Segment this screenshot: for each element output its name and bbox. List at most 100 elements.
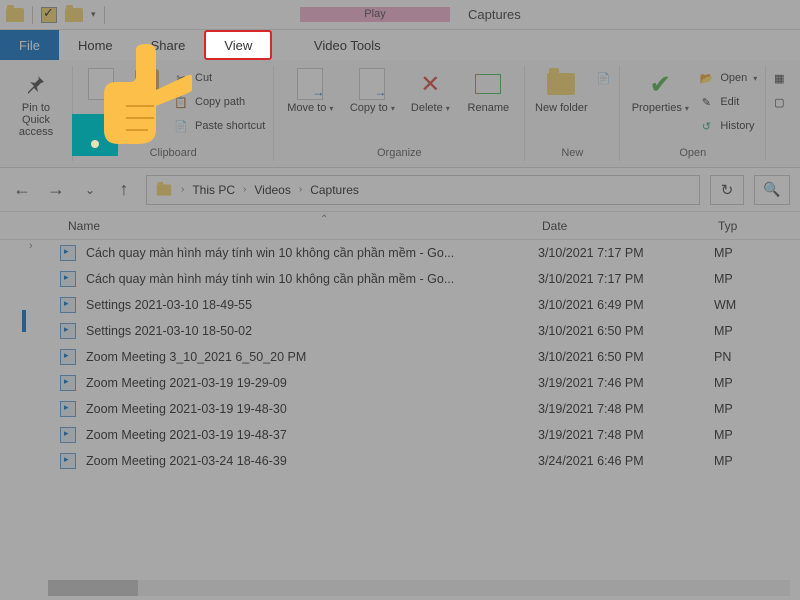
ribbon-tabs: File Home Share View Video Tools (0, 30, 800, 60)
copy-to-button[interactable]: Copy to ▾ (344, 64, 400, 114)
address-bar[interactable]: › This PC › Videos › Captures (146, 175, 700, 205)
chevron-down-icon: ▾ (329, 104, 333, 113)
chevron-right-icon: › (243, 184, 246, 195)
file-name: Zoom Meeting 2021-03-19 19-29-09 (86, 376, 538, 390)
video-file-icon (60, 375, 76, 391)
copy-path-label: Copy path (195, 96, 245, 108)
chevron-down-icon: ▾ (446, 104, 450, 113)
file-date: 3/10/2021 6:50 PM (538, 324, 714, 338)
file-row[interactable]: Settings 2021-03-10 18-50-023/10/2021 6:… (20, 318, 800, 344)
select-all-icon: ▦ (771, 70, 787, 86)
tab-file[interactable]: File (0, 30, 59, 60)
select-all-button[interactable]: ▦ (771, 68, 787, 88)
move-to-button[interactable]: Move to ▾ (282, 64, 338, 114)
pin-label: Pin to Quick access (8, 102, 64, 138)
group-new: New folder 📄 New (525, 60, 619, 167)
rename-label: Rename (468, 102, 510, 114)
paste-shortcut-button[interactable]: 📄Paste shortcut (173, 116, 265, 136)
group-label-organize: Organize (377, 147, 422, 163)
chevron-right-icon[interactable]: › (29, 240, 33, 252)
horizontal-scrollbar[interactable] (48, 580, 790, 596)
breadcrumb[interactable]: Captures (310, 183, 359, 197)
file-type: PN (714, 350, 800, 364)
select-none-button[interactable]: ▢ (771, 92, 787, 112)
ribbon: Pin to Quick access ✂Cut 📋 Copy path 📄Pas… (0, 60, 800, 168)
nav-pane-selection-indicator (22, 310, 26, 332)
column-header-type[interactable]: Typ (718, 219, 800, 233)
up-button[interactable]: ↑ (112, 178, 136, 202)
paste-large-button[interactable] (127, 64, 167, 100)
file-name: Cách quay màn hình máy tính win 10 không… (86, 272, 538, 286)
search-input[interactable]: 🔍 (754, 175, 790, 205)
new-item-icon: 📄 (595, 70, 611, 86)
open-button[interactable]: 📂 Open ▾ (698, 68, 757, 88)
scrollbar-thumb[interactable] (48, 580, 138, 596)
file-row[interactable]: Settings 2021-03-10 18-49-553/10/2021 6:… (20, 292, 800, 318)
chevron-down-icon: ▾ (391, 104, 395, 113)
rename-icon (475, 74, 501, 94)
file-row[interactable]: Cách quay màn hình máy tính win 10 không… (20, 240, 800, 266)
tab-view[interactable]: View (204, 30, 272, 60)
copy-path-button[interactable]: 📋 Copy path (173, 92, 265, 112)
chevron-down-icon: ▾ (685, 104, 689, 113)
file-row[interactable]: Zoom Meeting 3_10_2021 6_50_20 PM3/10/20… (20, 344, 800, 370)
cut-button[interactable]: ✂Cut (173, 68, 265, 88)
column-header-name[interactable]: Name (68, 219, 542, 233)
sort-indicator-icon: ⌃ (320, 214, 328, 225)
properties-label: Properties (632, 102, 682, 114)
history-label: History (720, 120, 754, 132)
tab-home[interactable]: Home (59, 30, 132, 60)
breadcrumb[interactable]: Videos (254, 183, 290, 197)
path-icon: 📋 (173, 94, 189, 110)
edit-icon: ✎ (698, 94, 714, 110)
video-file-icon (60, 323, 76, 339)
copy-large-button[interactable] (81, 64, 121, 100)
chevron-down-icon[interactable]: ▾ (91, 9, 96, 20)
cut-label: Cut (195, 72, 212, 84)
refresh-button[interactable]: ↻ (710, 175, 744, 205)
chevron-down-icon: ▾ (753, 74, 757, 83)
chevron-right-icon: › (299, 184, 302, 195)
back-button[interactable]: ← (10, 178, 34, 202)
file-name: Zoom Meeting 2021-03-24 18-46-39 (86, 454, 538, 468)
edit-button[interactable]: ✎Edit (698, 92, 757, 112)
file-date: 3/19/2021 7:48 PM (538, 428, 714, 442)
folder-icon (65, 8, 83, 22)
properties-button[interactable]: ✔ Properties ▾ (628, 64, 692, 114)
file-row[interactable]: Cách quay màn hình máy tính win 10 không… (20, 266, 800, 292)
file-row[interactable]: Zoom Meeting 2021-03-24 18-46-393/24/202… (20, 448, 800, 474)
new-item-button[interactable]: 📄 (595, 68, 611, 88)
tab-video-tools[interactable]: Video Tools (272, 30, 422, 60)
group-label-clipboard: Clipboard (150, 147, 197, 163)
file-name: Cách quay màn hình máy tính win 10 không… (86, 246, 538, 260)
tab-share[interactable]: Share (132, 30, 205, 60)
history-button[interactable]: ↺ History (698, 116, 757, 136)
forward-button[interactable]: → (44, 178, 68, 202)
checkbox-icon[interactable] (41, 7, 57, 23)
file-row[interactable]: Zoom Meeting 2021-03-19 19-29-093/19/202… (20, 370, 800, 396)
rename-button[interactable]: Rename (460, 64, 516, 114)
shortcut-icon: 📄 (173, 118, 189, 134)
file-name: Zoom Meeting 2021-03-19 19-48-37 (86, 428, 538, 442)
open-icon: 📂 (698, 70, 714, 86)
group-select: ▦ ▢ (766, 60, 792, 167)
file-row[interactable]: Zoom Meeting 2021-03-19 19-48-303/19/202… (20, 396, 800, 422)
move-to-label: Move to (287, 102, 326, 114)
open-label: Open (720, 72, 747, 84)
delete-button[interactable]: ✕ Delete ▾ (406, 64, 454, 114)
pin-to-quick-access-button[interactable]: Pin to Quick access (8, 64, 64, 138)
delete-icon: ✕ (420, 70, 440, 99)
file-row[interactable]: Zoom Meeting 2021-03-19 19-48-373/19/202… (20, 422, 800, 448)
new-folder-button[interactable]: New folder (533, 64, 589, 114)
history-icon: ↺ (698, 118, 714, 134)
clipboard-icon (135, 69, 159, 99)
video-file-icon (60, 427, 76, 443)
video-file-icon (60, 453, 76, 469)
video-file-icon (60, 349, 76, 365)
breadcrumb[interactable]: This PC (192, 183, 235, 197)
recent-locations-button[interactable]: ⌄ (78, 178, 102, 202)
column-header-date[interactable]: Date (542, 219, 718, 233)
file-date: 3/10/2021 6:50 PM (538, 350, 714, 364)
group-quick-access: Pin to Quick access (0, 60, 72, 167)
group-label-open: Open (679, 147, 706, 163)
